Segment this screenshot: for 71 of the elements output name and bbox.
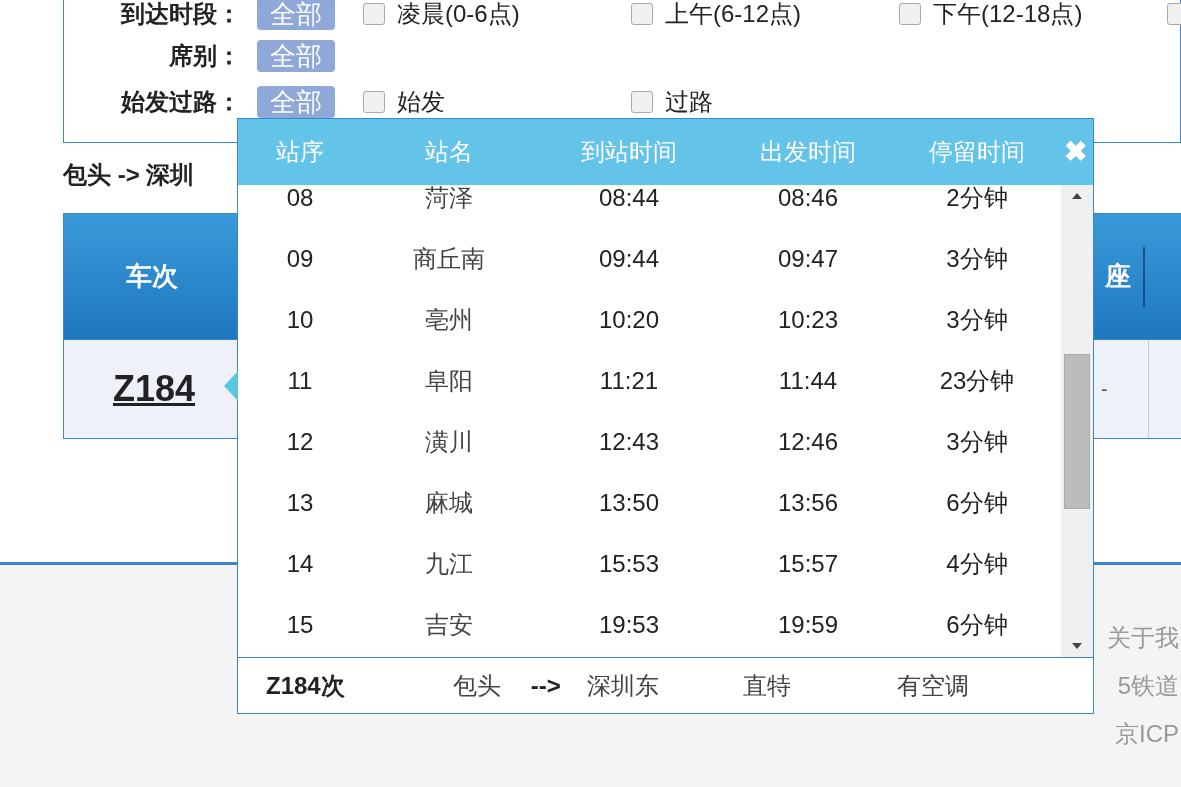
all-tag[interactable]: 全部 <box>257 40 335 72</box>
all-tag[interactable]: 全部 <box>257 86 335 118</box>
column-header: 站序 <box>275 137 325 167</box>
table-cell-text: 19:59 <box>776 609 840 640</box>
table-cell-text: 3分钟 <box>945 426 1009 457</box>
table-cell-text: 6分钟 <box>945 487 1009 518</box>
all-tag[interactable]: 全部 <box>257 0 335 30</box>
table-cell-text: 2分钟 <box>945 185 1009 213</box>
table-cell-text: 6分钟 <box>945 609 1009 640</box>
table-cell-text: 12:43 <box>597 426 661 457</box>
table-cell-text: 14 <box>285 548 315 579</box>
option-label: 下午(12-18点) <box>933 0 1083 29</box>
table-cell-text: 吉安 <box>424 609 474 640</box>
table-cell-text: 08:44 <box>597 185 661 213</box>
table-cell-text: 麻城 <box>424 487 474 518</box>
table-cell-text: 九江 <box>424 548 474 579</box>
table-cell-text: 菏泽 <box>424 185 474 213</box>
filter-label: 始发过路： <box>119 87 241 117</box>
table-cell-text: 10 <box>285 304 315 335</box>
table-cell-text: 08:46 <box>776 185 840 213</box>
route-title: 包头 -> 深圳 <box>63 160 195 190</box>
table-cell-text: 阜阳 <box>424 365 474 396</box>
column-header: 车次 <box>124 260 179 293</box>
close-button[interactable]: ✖ <box>1064 138 1087 166</box>
table-cell-text: 3分钟 <box>945 243 1009 274</box>
table-cell-text: 09:44 <box>597 243 661 274</box>
table-cell-text: 3分钟 <box>945 304 1009 335</box>
table-cell-text: - <box>1101 377 1108 402</box>
footer-text[interactable]: 5铁道 <box>1117 673 1181 699</box>
column-header: 到站时间 <box>580 137 678 167</box>
table-cell-text: 09 <box>285 243 315 274</box>
filter-label: 到达时段： <box>119 0 241 29</box>
option-label: 凌晨(0-6点) <box>397 0 520 29</box>
table-cell-text: 4分钟 <box>945 548 1009 579</box>
table-cell-text: 10:20 <box>597 304 661 335</box>
table-cell-text: 10:23 <box>776 304 840 335</box>
column-header: 站名 <box>424 137 474 167</box>
footer-text[interactable]: 京ICP <box>1115 721 1181 747</box>
footer-text[interactable]: 关于我 <box>1107 625 1181 651</box>
table-cell-text: 15:53 <box>597 548 661 579</box>
column-header: 座 <box>1105 260 1131 293</box>
train-number: Z184次 <box>266 670 345 701</box>
aircon-info: 有空调 <box>896 670 969 701</box>
train-link[interactable]: Z184 <box>113 368 196 409</box>
table-cell-text: 23分钟 <box>938 365 1016 396</box>
arrow-text: --> <box>530 670 561 701</box>
table-cell-text: 09:47 <box>776 243 840 274</box>
table-cell-text: 08 <box>285 185 315 213</box>
table-cell-text: 13:56 <box>776 487 840 518</box>
table-cell-text: 11 <box>286 365 314 396</box>
option-label: 始发 <box>397 87 445 117</box>
table-cell-text: 11:21 <box>598 365 660 396</box>
table-cell-text: 12:46 <box>776 426 840 457</box>
to-station: 深圳东 <box>586 670 659 701</box>
column-header: 停留时间 <box>928 137 1026 167</box>
from-station: 包头 <box>452 670 501 701</box>
table-cell-text: 19:53 <box>597 609 661 640</box>
column-header: 出发时间 <box>759 137 857 167</box>
table-cell-text: 潢川 <box>424 426 474 457</box>
table-cell-text: 13 <box>285 487 315 518</box>
table-cell-text: 11:44 <box>777 365 839 396</box>
train-type: 直特 <box>742 670 791 701</box>
filter-label: 席别： <box>168 41 241 71</box>
option-label: 过路 <box>665 87 713 117</box>
table-cell-text: 13:50 <box>597 487 661 518</box>
table-cell-text: 商丘南 <box>412 243 486 274</box>
table-cell-text: 12 <box>285 426 315 457</box>
table-cell-text: 亳州 <box>424 304 474 335</box>
table-cell-text: 15:57 <box>776 548 840 579</box>
option-label: 上午(6-12点) <box>665 0 802 29</box>
table-cell-text: 15 <box>285 609 315 640</box>
